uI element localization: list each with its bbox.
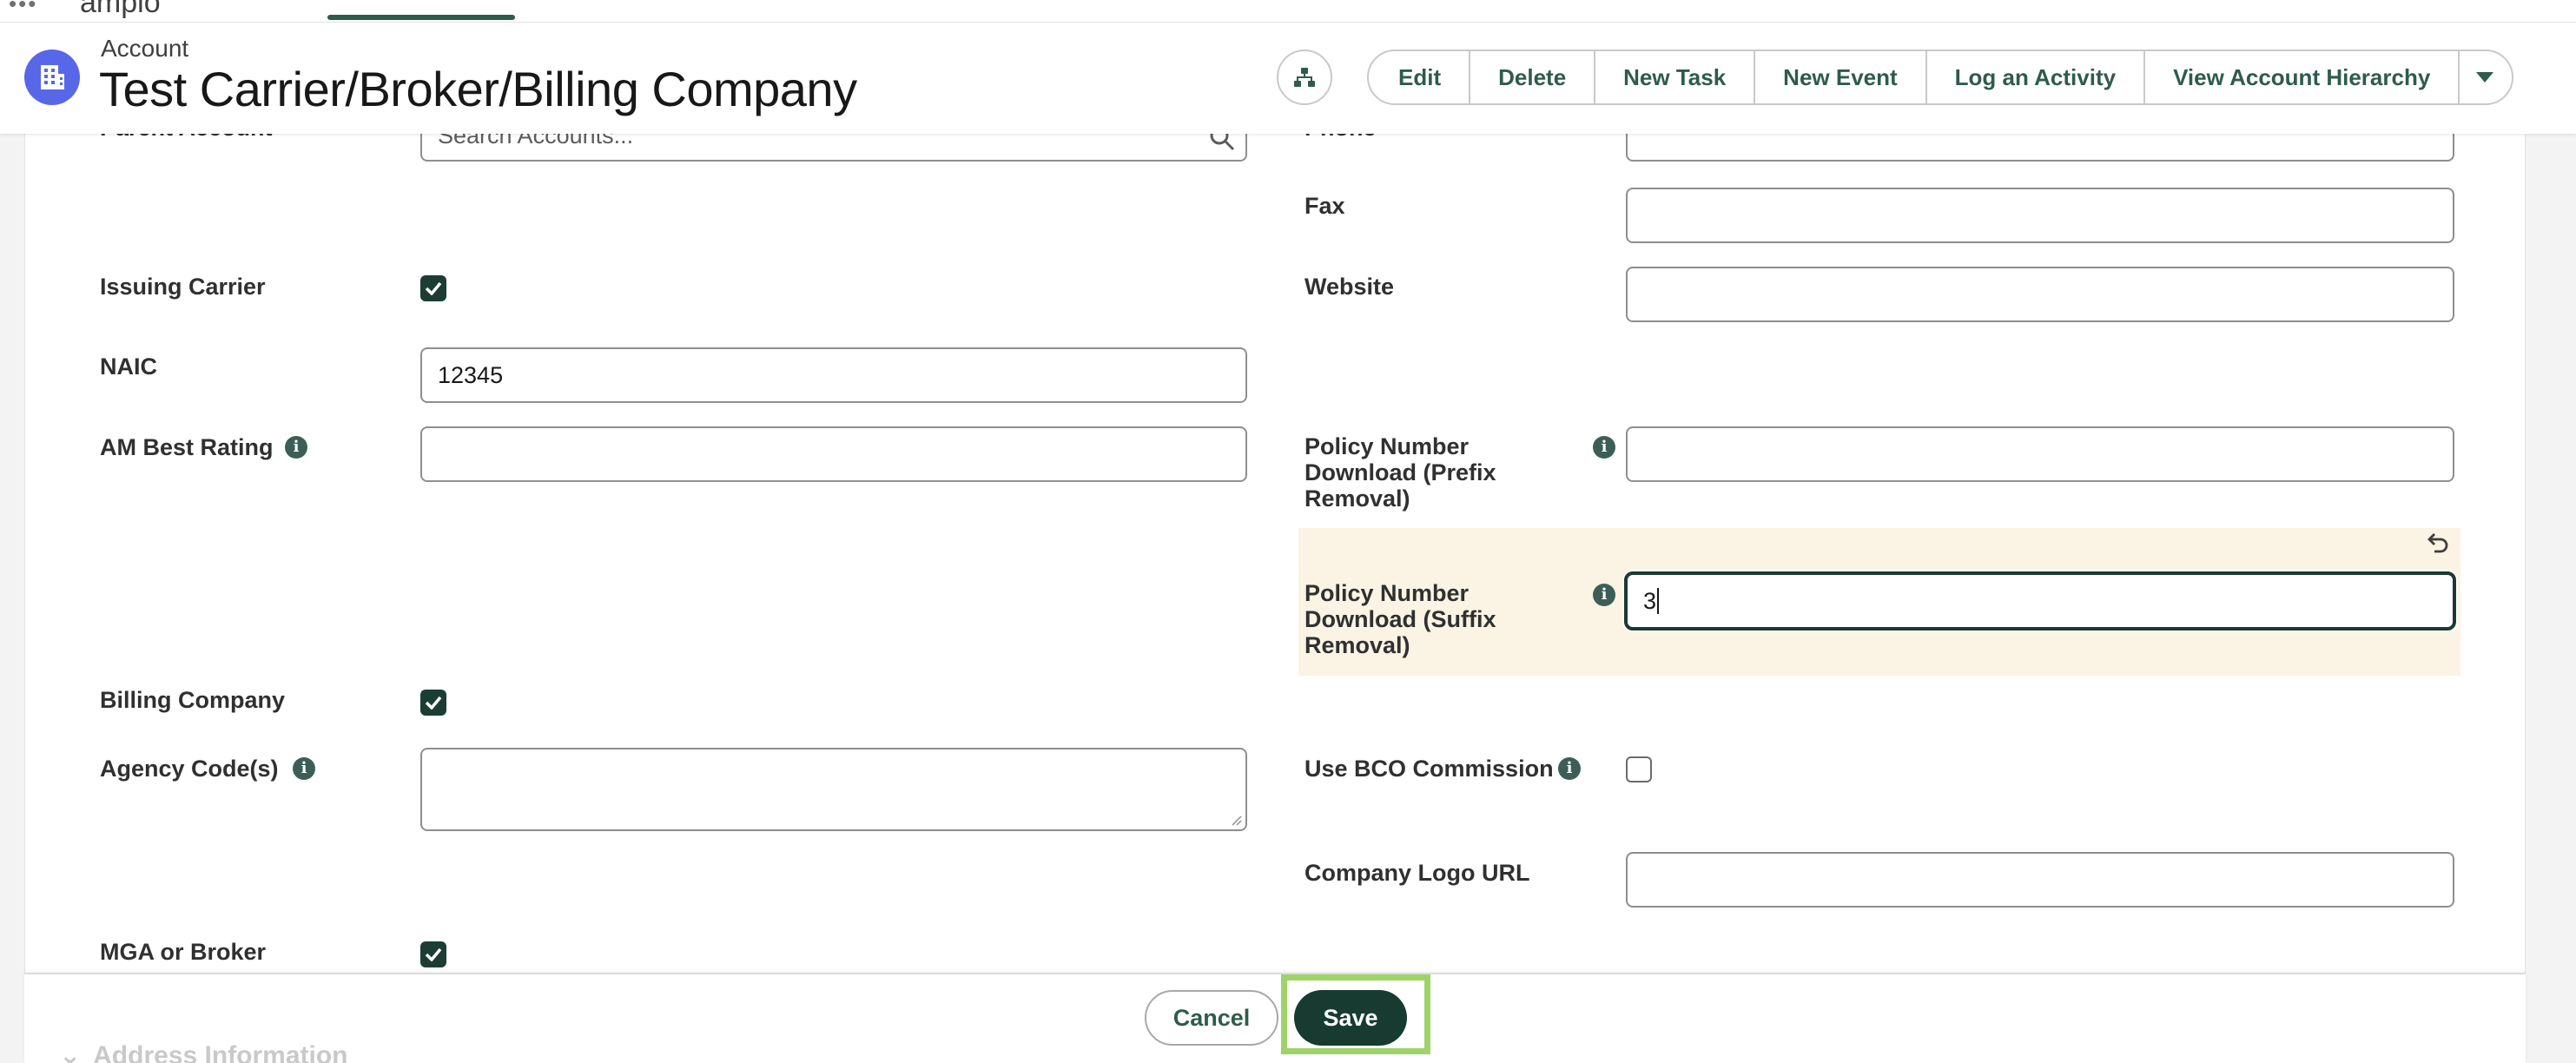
mga-broker-label: MGA or Broker <box>100 939 267 965</box>
policy-prefix-label-line: Policy Number <box>1305 433 1470 459</box>
agency-codes-textarea[interactable] <box>420 748 1247 831</box>
fax-input[interactable] <box>1626 188 2454 243</box>
record-title: Test Carrier/Broker/Billing Company <box>99 62 857 116</box>
am-best-rating-input[interactable] <box>420 426 1247 482</box>
info-icon[interactable]: i <box>1558 757 1581 780</box>
undo-icon[interactable] <box>2424 532 2450 558</box>
policy-suffix-input[interactable]: 3 <box>1624 571 2456 631</box>
company-logo-url-input[interactable] <box>1626 852 2454 908</box>
edit-footer: ⌄ Address Information Cancel Save <box>24 973 2526 1063</box>
issuing-carrier-checkbox[interactable] <box>420 275 446 301</box>
billing-company-label: Billing Company <box>100 687 286 713</box>
naic-label: NAIC <box>100 353 157 380</box>
company-logo-url-label: Company Logo URL <box>1305 860 1530 886</box>
screen: ••• ampio Account Test Carrier/Broker/Bi… <box>0 0 2576 1063</box>
new-task-button[interactable]: New Task <box>1595 51 1756 103</box>
log-activity-button[interactable]: Log an Activity <box>1927 51 2146 103</box>
policy-prefix-label: Policy Number Download (Prefix Removal) <box>1305 433 1496 512</box>
naic-input[interactable]: 12345 <box>420 347 1247 403</box>
policy-suffix-label-line: Download (Suffix <box>1305 606 1496 632</box>
edit-button[interactable]: Edit <box>1369 51 1471 103</box>
record-header: Account Test Carrier/Broker/Billing Comp… <box>0 23 2576 134</box>
am-best-rating-label: AM Best Rating <box>100 434 274 460</box>
info-icon[interactable]: i <box>1593 436 1615 459</box>
info-icon[interactable]: i <box>1593 584 1615 606</box>
building-icon <box>24 50 80 105</box>
policy-suffix-label: Policy Number Download (Suffix Removal) <box>1305 580 1496 658</box>
policy-suffix-value: 3 <box>1643 587 1657 614</box>
edit-form: Parent Account Search Accounts... Issuin… <box>24 109 2526 1063</box>
policy-prefix-label-line: Removal) <box>1305 485 1410 512</box>
save-button[interactable]: Save <box>1294 990 1407 1046</box>
info-icon[interactable]: i <box>285 436 307 459</box>
issuing-carrier-label: Issuing Carrier <box>100 274 266 300</box>
policy-suffix-label-line: Policy Number <box>1305 580 1470 606</box>
info-icon[interactable]: i <box>293 757 315 780</box>
checkmark-icon <box>425 281 442 295</box>
billing-company-checkbox[interactable] <box>420 690 446 716</box>
active-tab-indicator <box>327 15 515 20</box>
section-title: Address Information <box>93 1041 348 1063</box>
mga-broker-checkbox[interactable] <box>420 941 446 967</box>
delete-button[interactable]: Delete <box>1470 51 1596 103</box>
use-bco-commission-checkbox[interactable] <box>1626 756 1652 782</box>
policy-prefix-label-line: Download (Prefix <box>1305 459 1496 485</box>
more-actions-button[interactable] <box>2460 51 2512 103</box>
fax-label: Fax <box>1305 193 1345 219</box>
resize-handle-icon[interactable] <box>1230 814 1242 826</box>
checkmark-icon <box>425 947 442 961</box>
use-bco-commission-label: Use BCO Commission <box>1305 756 1554 782</box>
naic-value: 12345 <box>438 361 504 388</box>
hierarchy-icon <box>1294 68 1315 87</box>
policy-prefix-input[interactable] <box>1626 426 2454 482</box>
new-event-button[interactable]: New Event <box>1755 51 1927 103</box>
checkmark-icon <box>425 696 442 710</box>
chevron-down-icon: ⌄ <box>59 1041 82 1063</box>
cancel-button[interactable]: Cancel <box>1145 990 1278 1046</box>
agency-codes-label: Agency Code(s) <box>100 756 279 782</box>
website-input[interactable] <box>1626 267 2454 322</box>
chevron-down-icon <box>2476 72 2494 83</box>
text-cursor <box>1657 588 1660 614</box>
address-section-header: ⌄ Address Information <box>59 1040 348 1063</box>
record-actions: Edit Delete New Task New Event Log an Ac… <box>1367 50 2514 105</box>
hierarchy-button[interactable] <box>1277 50 1332 105</box>
view-hierarchy-button[interactable]: View Account Hierarchy <box>2145 51 2460 103</box>
app-launcher-icon[interactable]: ••• <box>9 0 37 15</box>
website-label: Website <box>1305 274 1395 300</box>
app-name: ampio <box>80 0 161 19</box>
policy-suffix-label-line: Removal) <box>1305 632 1410 658</box>
object-type-label: Account <box>101 35 189 62</box>
app-bar: ••• ampio <box>0 0 2576 23</box>
